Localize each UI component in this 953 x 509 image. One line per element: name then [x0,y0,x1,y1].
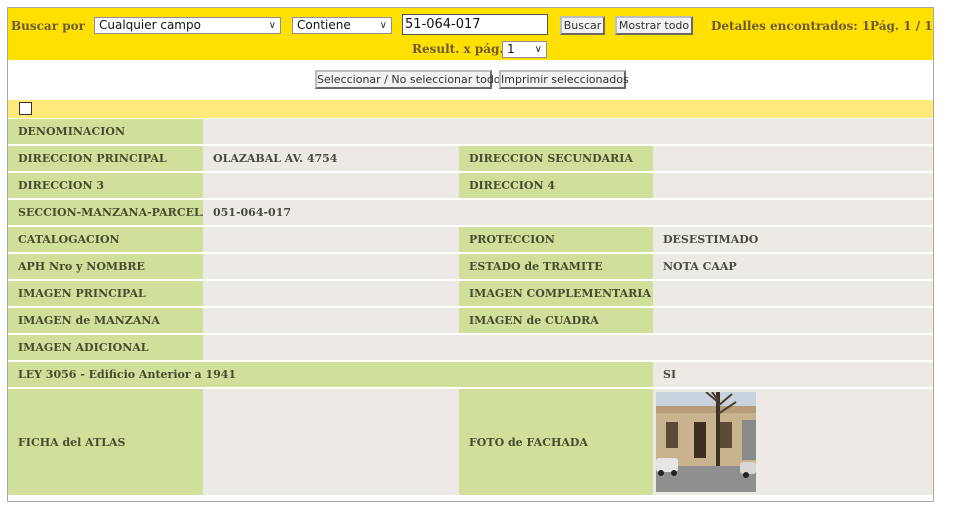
imagen-principal-value [203,280,459,308]
imagen-manzana-label: IMAGEN de MANZANA [8,307,203,335]
results-per-page-label: Result. x pág.: [412,42,509,56]
table-row: DIRECCION PRINCIPAL OLAZABAL AV. 4754 DI… [8,145,933,173]
estado-tramite-value: NOTA CAAP [653,253,933,281]
search-operator-value: Contiene [297,18,351,32]
direccion-principal-label: DIRECCION PRINCIPAL [8,145,203,173]
direccion-4-label: DIRECCION 4 [459,172,653,200]
record-select-row [8,100,933,118]
chevron-down-icon: ∨ [268,20,276,31]
estado-tramite-label: ESTADO de TRAMITE [459,253,653,281]
seccion-value: 051-064-017 [203,199,933,227]
imagen-cuadra-value [653,307,933,335]
aph-value [203,253,459,281]
direccion-3-value [203,172,459,200]
seccion-label: SECCION-MANZANA-PARCELA [8,199,203,227]
record-detail-table: DENOMINACION DIRECCION PRINCIPAL OLAZABA… [8,119,933,497]
proteccion-value: DESESTIMADO [653,226,933,254]
denominacion-value [203,119,933,146]
results-per-page-value: 1 [507,42,515,56]
imagen-cuadra-label: IMAGEN de CUADRA [459,307,653,335]
direccion-3-label: DIRECCION 3 [8,172,203,200]
imagen-adicional-label: IMAGEN ADICIONAL [8,334,203,362]
table-row: IMAGEN de MANZANA IMAGEN de CUADRA [8,307,933,335]
search-field-value: Cualquier campo [99,18,201,32]
proteccion-label: PROTECCION [459,226,653,254]
table-row: IMAGEN ADICIONAL [8,334,933,362]
page-indicator: Pág. 1 / 1 [870,19,933,33]
select-toggle-button[interactable]: Seleccionar / No seleccionar todo [315,70,501,89]
search-button[interactable]: Buscar [560,16,605,35]
search-operator-select[interactable]: Contiene ∨ [292,17,392,34]
ficha-atlas-value [203,388,459,497]
direccion-secundaria-label: DIRECCION SECUNDARIA [459,145,653,173]
results-per-page-select[interactable]: 1 ∨ [502,41,547,58]
table-row: LEY 3056 - Edificio Anterior a 1941 SI [8,361,933,389]
direccion-principal-value: OLAZABAL AV. 4754 [203,145,459,173]
direccion-4-value [653,172,933,200]
table-row: DIRECCION 3 DIRECCION 4 [8,172,933,200]
foto-fachada-cell [653,388,933,497]
facade-photo[interactable] [656,392,756,492]
search-by-label: Buscar por [11,19,85,33]
record-checkbox[interactable] [19,102,32,115]
search-input[interactable] [402,14,548,35]
imagen-complementaria-value [653,280,933,308]
ley-3056-label: LEY 3056 - Edificio Anterior a 1941 [8,361,653,389]
print-selected-button[interactable]: Imprimir seleccionados [499,70,629,89]
table-row: SECCION-MANZANA-PARCELA 051-064-017 [8,199,933,227]
table-row: IMAGEN PRINCIPAL IMAGEN COMPLEMENTARIA [8,280,933,308]
direccion-secundaria-value [653,145,933,173]
table-row: APH Nro y NOMBRE ESTADO de TRAMITE NOTA … [8,253,933,281]
denominacion-label: DENOMINACION [8,119,203,146]
table-row: FICHA del ATLAS FOTO de FACHADA [8,388,933,497]
results-found-text: Detalles encontrados: 1 [711,19,871,33]
imagen-complementaria-label: IMAGEN COMPLEMENTARIA [459,280,653,308]
catalogacion-label: CATALOGACION [8,226,203,254]
show-all-button[interactable]: Mostrar todo [615,16,693,35]
chevron-down-icon: ∨ [379,20,387,31]
table-row: CATALOGACION PROTECCION DESESTIMADO [8,226,933,254]
imagen-principal-label: IMAGEN PRINCIPAL [8,280,203,308]
table-row: DENOMINACION [8,119,933,146]
ficha-atlas-label: FICHA del ATLAS [8,388,203,497]
search-field-select[interactable]: Cualquier campo ∨ [94,17,281,34]
aph-label: APH Nro y NOMBRE [8,253,203,281]
search-toolbar: Buscar por Cualquier campo ∨ Contiene ∨ … [8,8,933,60]
imagen-manzana-value [203,307,459,335]
ley-3056-value: SI [653,361,933,389]
results-panel: Buscar por Cualquier campo ∨ Contiene ∨ … [7,7,934,502]
imagen-adicional-value [203,334,933,362]
foto-fachada-label: FOTO de FACHADA [459,388,653,497]
catalogacion-value [203,226,459,254]
chevron-down-icon: ∨ [534,44,542,55]
